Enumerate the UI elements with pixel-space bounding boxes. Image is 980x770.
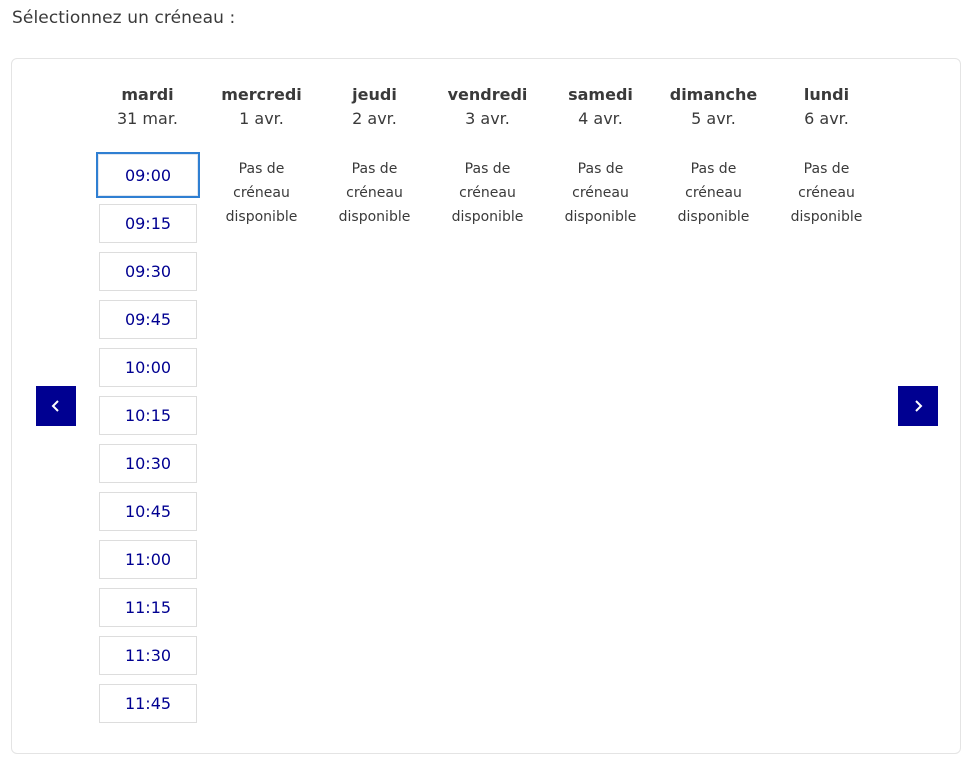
- day-name: mercredi: [221, 85, 302, 104]
- day-name: vendredi: [447, 85, 528, 104]
- previous-week-button[interactable]: [36, 386, 76, 426]
- day-date: 1 avr.: [239, 109, 284, 128]
- time-slot-button[interactable]: 11:45: [99, 684, 197, 723]
- day-column-mercredi: mercredi 1 avr. Pas de créneau disponibl…: [205, 85, 318, 225]
- day-date: 4 avr.: [578, 109, 623, 128]
- no-slot-message: Pas de créneau disponible: [338, 161, 411, 225]
- time-slot-button[interactable]: 09:30: [99, 252, 197, 291]
- time-slot-button[interactable]: 10:15: [99, 396, 197, 435]
- time-slot-button[interactable]: 10:00: [99, 348, 197, 387]
- slot-prompt: Sélectionnez un créneau :: [12, 8, 236, 28]
- no-slot-message: Pas de créneau disponible: [225, 161, 298, 225]
- time-slot-button[interactable]: 09:45: [99, 300, 197, 339]
- time-slot-button[interactable]: 11:30: [99, 636, 197, 675]
- day-column-mardi: mardi 31 mar.: [91, 85, 204, 129]
- day-column-lundi: lundi 6 avr. Pas de créneau disponible: [770, 85, 883, 225]
- day-name: mardi: [121, 85, 174, 104]
- no-slot-message: Pas de créneau disponible: [790, 161, 863, 225]
- chevron-right-icon: [915, 400, 923, 412]
- day-column-dimanche: dimanche 5 avr. Pas de créneau disponibl…: [657, 85, 770, 225]
- day-date: 3 avr.: [465, 109, 510, 128]
- day-date: 31 mar.: [116, 109, 179, 128]
- day-name: lundi: [803, 85, 850, 104]
- day-name: jeudi: [352, 85, 397, 104]
- no-slot-message: Pas de créneau disponible: [677, 161, 750, 225]
- day-date: 5 avr.: [691, 109, 736, 128]
- chevron-left-icon: [51, 400, 59, 412]
- day-date: 2 avr.: [352, 109, 397, 128]
- no-slot-message: Pas de créneau disponible: [451, 161, 524, 225]
- day-column-jeudi: jeudi 2 avr. Pas de créneau disponible: [318, 85, 431, 225]
- day-date: 6 avr.: [804, 109, 849, 128]
- time-slot-button[interactable]: 10:30: [99, 444, 197, 483]
- day-column-vendredi: vendredi 3 avr. Pas de créneau disponibl…: [431, 85, 544, 225]
- no-slot-message: Pas de créneau disponible: [564, 161, 637, 225]
- day-name: samedi: [568, 85, 633, 104]
- day-name: dimanche: [669, 85, 758, 104]
- time-slot-button[interactable]: 11:15: [99, 588, 197, 627]
- time-slot-button[interactable]: 11:00: [99, 540, 197, 579]
- time-slot-button[interactable]: 09:15: [99, 204, 197, 243]
- appointment-page: Sélectionnez un créneau : mardi 31 mar. …: [0, 0, 980, 770]
- day-column-samedi: samedi 4 avr. Pas de créneau disponible: [544, 85, 657, 225]
- time-slot-button[interactable]: 09:00: [96, 152, 200, 198]
- next-week-button[interactable]: [898, 386, 938, 426]
- time-slot-button[interactable]: 10:45: [99, 492, 197, 531]
